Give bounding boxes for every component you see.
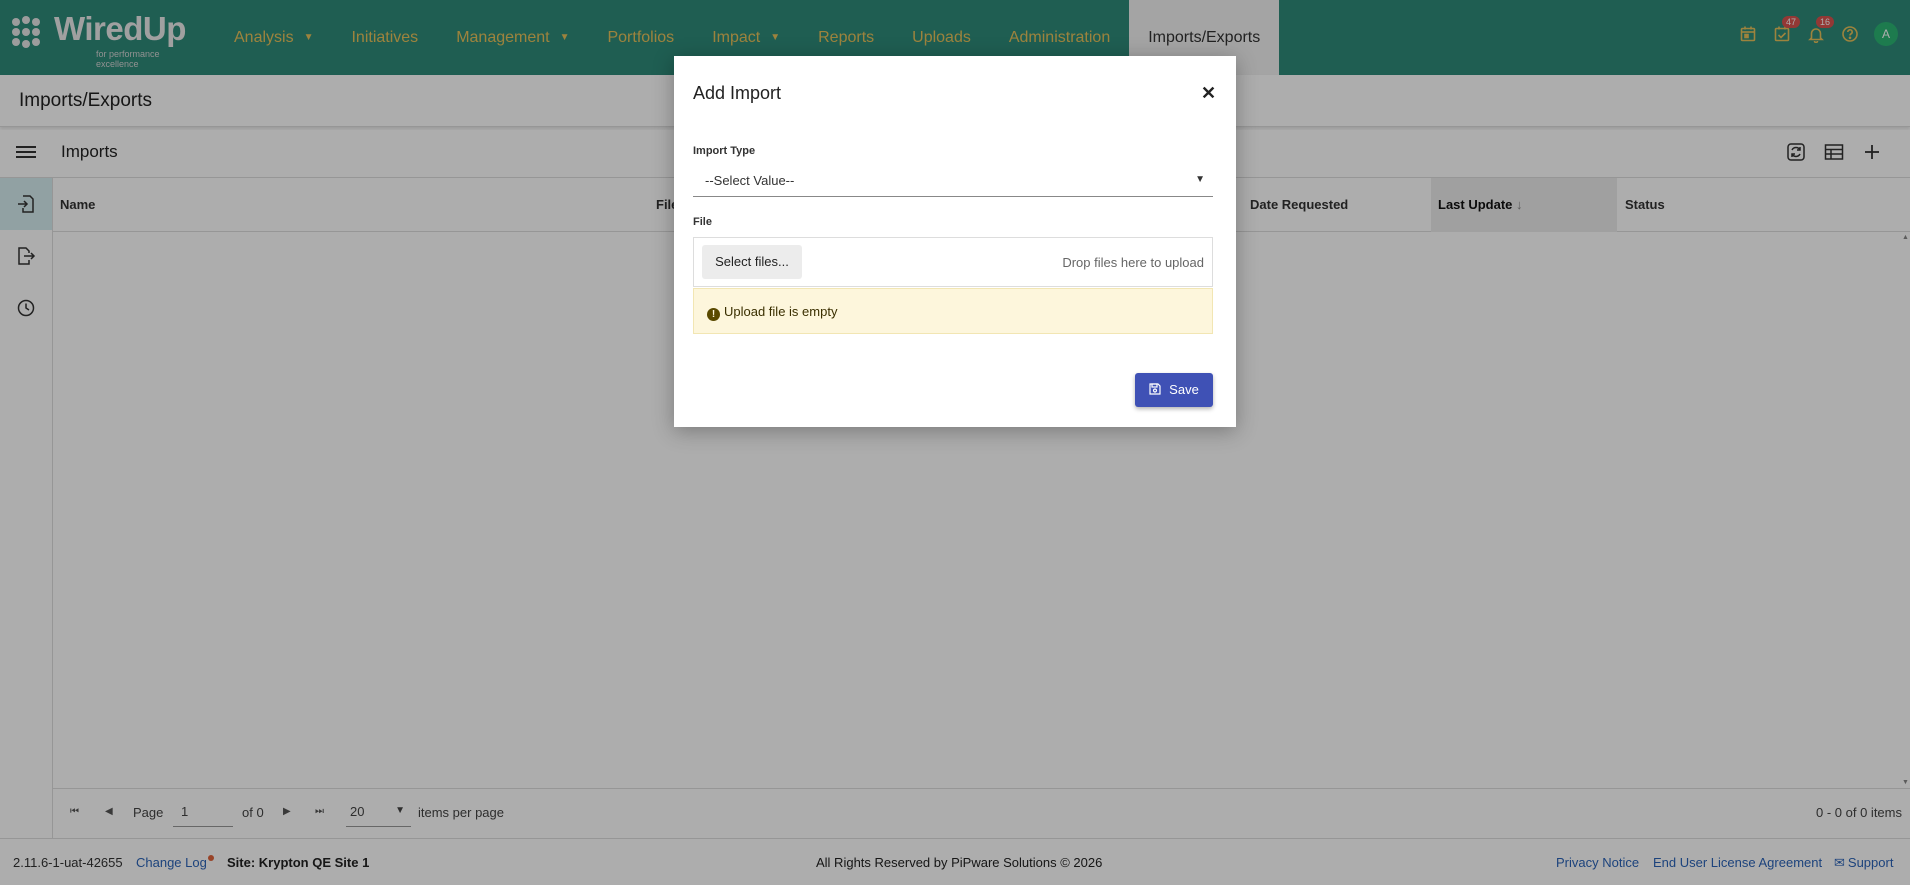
exclamation-icon: ! [707,308,720,321]
import-type-label: Import Type [693,145,756,157]
save-button[interactable]: Save [1135,373,1213,407]
save-icon [1149,383,1161,395]
dialog-title: Add Import [693,83,782,103]
import-type-value: --Select Value-- [705,173,795,188]
select-files-button[interactable]: Select files... [702,245,802,279]
caret-down-icon: ▼ [1195,174,1205,185]
save-label: Save [1169,382,1199,397]
drop-hint: Drop files here to upload [1062,255,1204,270]
import-type-select[interactable]: --Select Value-- ▼ [693,165,1213,197]
add-import-dialog: Add Import ✕ Import Type --Select Value-… [674,56,1236,427]
warning-text: Upload file is empty [724,304,838,319]
close-icon[interactable]: ✕ [1201,83,1216,104]
file-upload-dropzone[interactable]: Select files... Drop files here to uploa… [693,237,1213,287]
file-label: File [693,216,712,228]
upload-warning: ! Upload file is empty [693,288,1213,334]
